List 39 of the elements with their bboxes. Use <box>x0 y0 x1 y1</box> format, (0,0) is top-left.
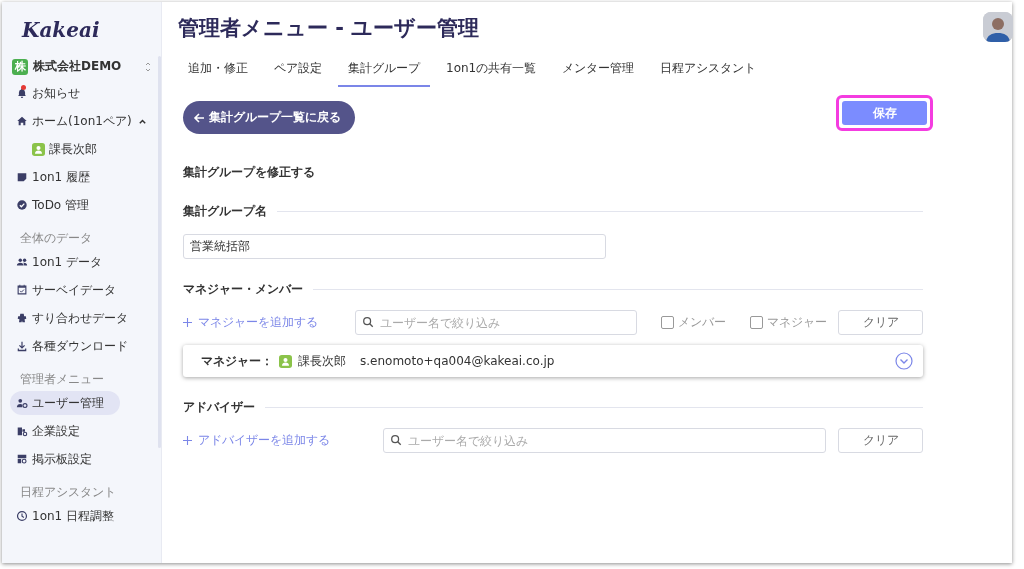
sidebar-item[interactable]: サーベイデータ <box>10 278 122 302</box>
tab[interactable]: ペア設定 <box>264 60 332 87</box>
group-name-field[interactable]: 営業統括部 <box>183 234 606 259</box>
sidebar-item[interactable]: 課長次郎 <box>26 137 103 161</box>
org-switcher[interactable]: 株 株式会社DEMO <box>12 58 151 75</box>
form-heading: 集計グループを修正する <box>183 164 316 181</box>
sidebar-item[interactable]: ユーザー管理 <box>10 391 120 415</box>
page-title: 管理者メニュー - ユーザー管理 <box>178 15 480 42</box>
sidebar-item[interactable]: すり合わせデータ <box>10 306 134 330</box>
section-header: 全体のデータ <box>20 231 92 246</box>
back-button[interactable]: 集計グループ一覧に戻る <box>183 101 355 134</box>
sidebar-item[interactable]: ToDo 管理 <box>10 193 120 217</box>
tab[interactable]: メンター管理 <box>552 60 645 87</box>
sidebar-item[interactable]: 1on1 履歴 <box>10 165 120 189</box>
user-name: 課長次郎 <box>298 352 346 370</box>
add-manager-link[interactable]: マネジャーを追加する <box>183 314 355 331</box>
tab[interactable]: 集計グループ <box>338 60 430 87</box>
role-label: マネジャー： <box>201 352 273 370</box>
sidebar-item[interactable]: ホーム(1on1ペア) <box>10 109 153 133</box>
sidebar-item[interactable]: 1on1 日程調整 <box>10 504 121 528</box>
section-title: マネジャー・メンバー <box>183 281 303 298</box>
tab[interactable]: 追加・修正 <box>178 60 258 87</box>
sidebar-item[interactable]: 掲示板設定 <box>10 447 120 471</box>
sidebar-item[interactable]: 各種ダウンロード <box>10 334 134 358</box>
section-header: 日程アシスタント <box>20 485 116 500</box>
logo: Kakeai <box>22 18 100 42</box>
search-field[interactable]: ユーザー名で絞り込み <box>383 428 826 453</box>
search-field[interactable]: ユーザー名で絞り込み <box>355 310 637 335</box>
clear-button[interactable]: クリア <box>838 428 923 453</box>
section-title: 集計グループ名 <box>183 203 267 220</box>
tab[interactable]: 1on1の共有一覧 <box>436 60 547 87</box>
sidebar-item[interactable]: 企業設定 <box>10 419 120 443</box>
tab[interactable]: 日程アシスタント <box>650 60 767 87</box>
section-title: アドバイザー <box>183 399 255 416</box>
sidebar-item[interactable]: 1on1 データ <box>10 250 120 274</box>
clear-button[interactable]: クリア <box>838 310 923 335</box>
sidebar-item[interactable]: お知らせ <box>10 81 120 105</box>
user-email: s.enomoto+qa004@kakeai.co.jp <box>360 354 555 368</box>
section-header: 管理者メニュー <box>20 372 104 387</box>
